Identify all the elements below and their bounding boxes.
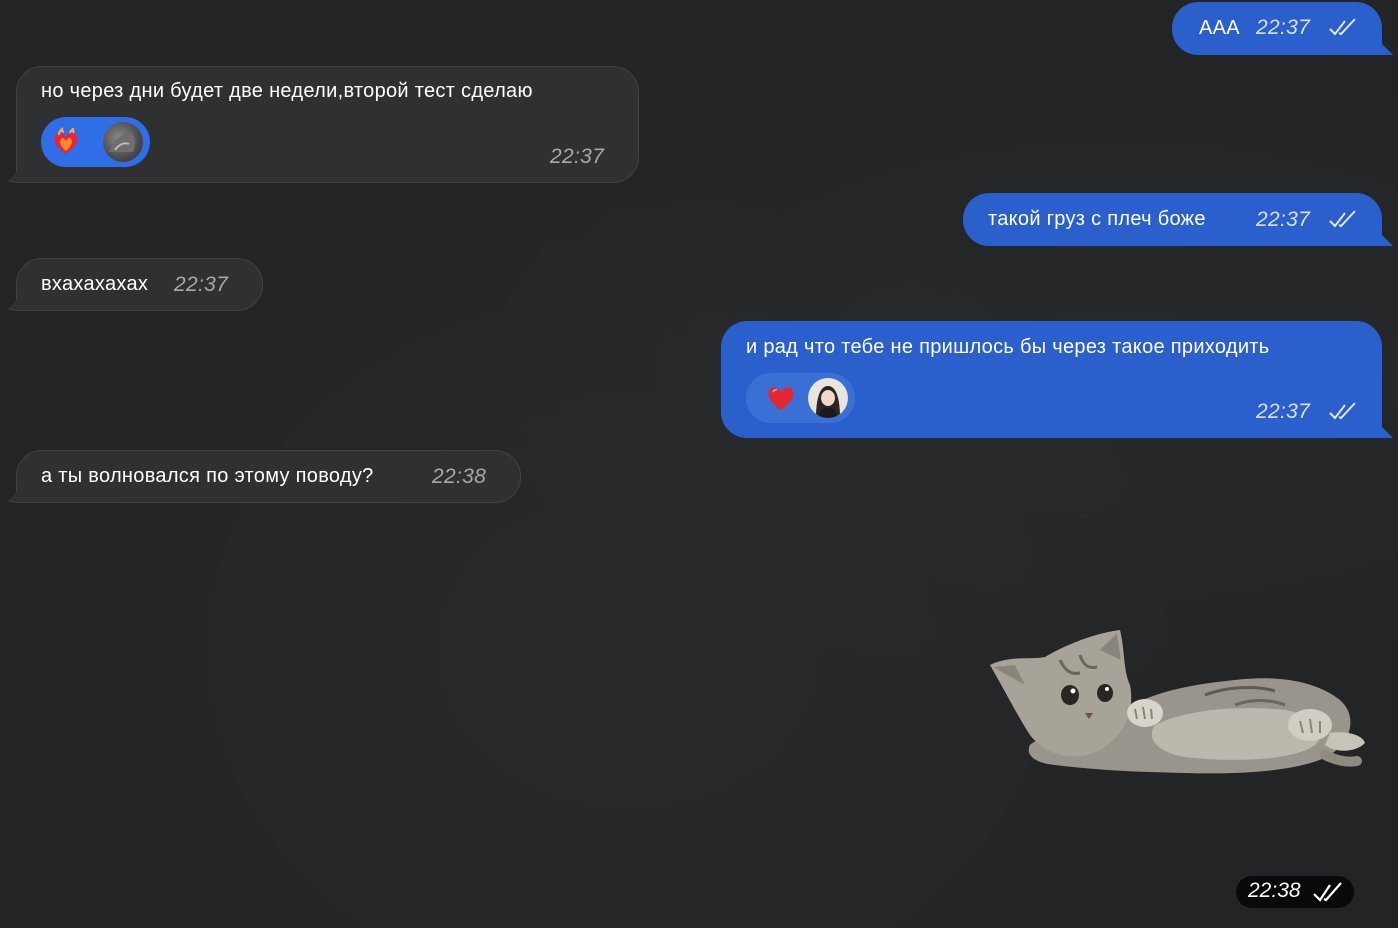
chat-history[interactable]: AAA 22:37 но через дни будет две недели,… bbox=[0, 0, 1398, 928]
message-bubble-outgoing[interactable]: и рад что тебе не пришлось бы через тако… bbox=[721, 321, 1393, 438]
message-text: и рад что тебе не пришлось бы через тако… bbox=[746, 336, 1270, 358]
double-check-icon bbox=[1329, 402, 1356, 420]
kitten-sticker-image bbox=[990, 630, 1365, 774]
message-text: AAA bbox=[1199, 17, 1240, 39]
message-bubble-incoming[interactable]: но через дни будет две недели,второй тес… bbox=[6, 66, 639, 183]
message-time: 22:38 bbox=[432, 465, 487, 488]
message-time: 22:37 bbox=[1256, 16, 1311, 39]
reaction-pill[interactable] bbox=[746, 373, 855, 423]
message-bubble-outgoing[interactable]: такой груз с плеч боже 22:37 bbox=[963, 193, 1393, 246]
bubble-tail bbox=[6, 288, 29, 311]
message-time: 22:37 bbox=[1256, 208, 1311, 231]
message-time: 22:37 bbox=[1256, 400, 1311, 423]
message-time: 22:38 bbox=[1248, 879, 1301, 902]
message-bubble-incoming[interactable]: а ты волновался по этому поводу? 22:38 bbox=[6, 450, 521, 503]
bubble-tail bbox=[1371, 416, 1393, 438]
avatar[interactable] bbox=[103, 122, 143, 162]
message-text: а ты волновался по этому поводу? bbox=[41, 465, 374, 487]
message-time: 22:37 bbox=[174, 273, 229, 296]
message-text: но через дни будет две недели,второй тес… bbox=[41, 80, 533, 102]
bubble-tail bbox=[1371, 33, 1393, 55]
message-bubble-incoming[interactable]: вхахахахах 22:37 bbox=[6, 258, 263, 311]
message-bubble-outgoing[interactable]: AAA 22:37 bbox=[1172, 2, 1393, 55]
bubble-tail bbox=[6, 160, 29, 183]
bubble-tail bbox=[1371, 224, 1393, 246]
heart-on-fire-icon bbox=[51, 127, 81, 157]
red-heart-icon bbox=[766, 383, 796, 413]
sticker-kitten[interactable] bbox=[985, 625, 1375, 780]
sticker-time-pill: 22:38 bbox=[1236, 876, 1354, 908]
message-time: 22:37 bbox=[550, 145, 605, 168]
bubble-tail bbox=[6, 480, 29, 503]
message-text: такой груз с плеч боже bbox=[988, 208, 1206, 230]
double-check-icon bbox=[1313, 882, 1342, 902]
avatar[interactable] bbox=[808, 378, 848, 418]
double-check-icon bbox=[1329, 210, 1356, 228]
message-text: вхахахахах bbox=[41, 273, 149, 295]
reaction-pill[interactable] bbox=[41, 117, 150, 167]
double-check-icon bbox=[1329, 18, 1356, 36]
